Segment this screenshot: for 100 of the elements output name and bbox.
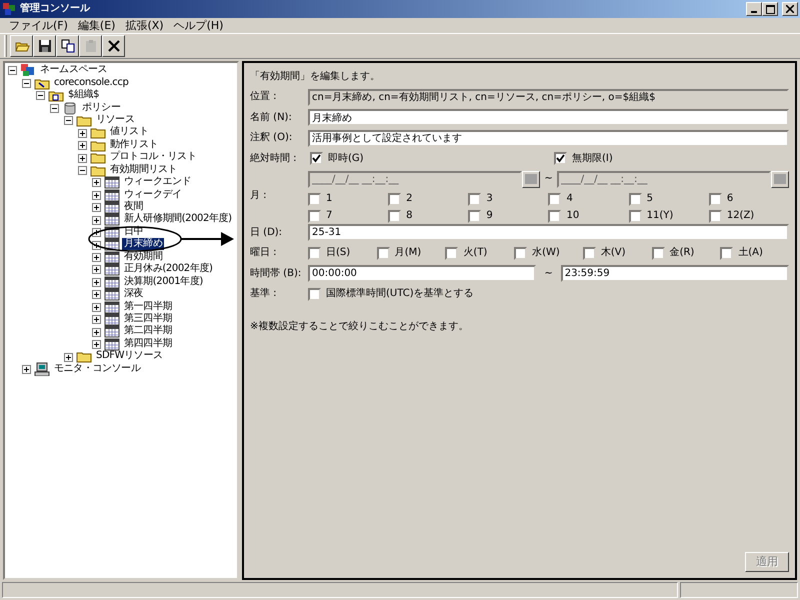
- checkbox-label[interactable]: 土(A): [738, 247, 763, 260]
- expander-icon[interactable]: [92, 202, 101, 212]
- menu-item[interactable]: ヘルプ(H): [168, 18, 228, 33]
- name-field[interactable]: 月末締め: [308, 109, 789, 126]
- checkbox-label[interactable]: 8: [406, 210, 413, 222]
- location-field[interactable]: cn=月末締め, cn=有効期間リスト, cn=リソース, cn=ポリシー, o=$組織$: [308, 88, 789, 106]
- day-field[interactable]: 25-31: [308, 224, 789, 242]
- tree-item[interactable]: ウィークデイ: [122, 188, 184, 201]
- menu-item[interactable]: 拡張(X): [120, 18, 169, 33]
- checkbox-label[interactable]: 即時(G): [328, 152, 364, 165]
- expander-icon[interactable]: [92, 302, 101, 312]
- tree-item[interactable]: 月末締め: [122, 238, 164, 250]
- toolbar-button[interactable]: [102, 35, 125, 57]
- checkbox-label[interactable]: 日(S): [326, 247, 350, 260]
- comment-field[interactable]: 活用事例として設定されています: [308, 130, 789, 147]
- tree-item[interactable]: 第四四半期: [122, 338, 174, 350]
- checkbox-label[interactable]: 4: [566, 193, 573, 205]
- checkbox-label[interactable]: 木(V): [600, 247, 626, 260]
- expander-icon[interactable]: [92, 252, 101, 262]
- checkbox-label[interactable]: 2: [406, 193, 413, 205]
- checkbox[interactable]: [628, 192, 642, 206]
- tree-item[interactable]: 値リスト: [108, 126, 150, 138]
- expander-icon[interactable]: [92, 339, 101, 348]
- checkbox[interactable]: [468, 192, 482, 206]
- time-field[interactable]: 23:59:59: [560, 265, 790, 282]
- checkbox[interactable]: [554, 152, 567, 166]
- expander-icon[interactable]: [8, 66, 17, 75]
- checkbox[interactable]: [388, 192, 402, 206]
- checkbox[interactable]: [308, 246, 321, 260]
- expander-icon[interactable]: [92, 264, 101, 274]
- checkbox[interactable]: [376, 246, 390, 260]
- expander-icon[interactable]: [92, 190, 101, 200]
- expander-icon[interactable]: [78, 165, 87, 174]
- expander-icon[interactable]: [22, 78, 31, 88]
- checkbox[interactable]: [582, 246, 596, 260]
- tree-item[interactable]: 決算期(2001年度): [122, 276, 205, 288]
- expander-icon[interactable]: [50, 103, 59, 112]
- checkbox[interactable]: [308, 288, 321, 301]
- tree-item[interactable]: 動作リスト: [108, 138, 160, 151]
- checkbox-label[interactable]: 5: [646, 193, 654, 205]
- checkbox-label[interactable]: 金(R): [670, 247, 694, 260]
- checkbox-label[interactable]: 10: [566, 210, 580, 222]
- expander-icon[interactable]: [22, 364, 31, 374]
- checkbox[interactable]: [548, 192, 562, 206]
- tree-item[interactable]: 第二四半期: [122, 325, 174, 338]
- expander-icon[interactable]: [92, 178, 101, 187]
- tree-item[interactable]: 第三四半期: [122, 312, 174, 325]
- checkbox-label[interactable]: 月(M): [394, 247, 422, 260]
- toolbar-button[interactable]: [10, 35, 33, 57]
- expander-icon[interactable]: [78, 140, 87, 150]
- checkbox-label[interactable]: 9: [486, 210, 493, 222]
- checkbox[interactable]: [628, 210, 642, 222]
- expander-icon[interactable]: [78, 152, 87, 162]
- toolbar-button[interactable]: [56, 35, 79, 57]
- checkbox-label[interactable]: 水(W): [532, 247, 560, 260]
- checkbox-label[interactable]: 7: [326, 210, 332, 222]
- checkbox-label[interactable]: 12(Z): [726, 210, 754, 222]
- tree-item[interactable]: SDFWリソース: [94, 350, 164, 362]
- tree-item[interactable]: リソース: [94, 114, 136, 126]
- menu-item[interactable]: 編集(E): [72, 18, 120, 33]
- tree-item[interactable]: モニタ・コンソール: [52, 362, 142, 375]
- checkbox[interactable]: [708, 210, 722, 222]
- checkbox[interactable]: [468, 210, 482, 222]
- close-button[interactable]: [782, 2, 798, 16]
- checkbox-label[interactable]: 火(T): [463, 247, 488, 260]
- minimize-button[interactable]: [746, 2, 762, 16]
- expander-icon[interactable]: [64, 352, 73, 361]
- time-field[interactable]: 00:00:00: [308, 265, 536, 282]
- checkbox[interactable]: [514, 246, 528, 260]
- maximize-button[interactable]: [762, 2, 778, 16]
- tree-item[interactable]: プロトコル・リスト: [108, 151, 198, 164]
- tree-item[interactable]: 有効期間リスト: [108, 164, 180, 176]
- checkbox[interactable]: [445, 246, 458, 260]
- tree-item[interactable]: coreconsole.ccp: [52, 76, 130, 89]
- checkbox-label[interactable]: 国際標準時間(UTC)を基準とする: [326, 288, 474, 300]
- tree-item[interactable]: $組織$: [66, 89, 102, 102]
- expander-icon[interactable]: [36, 90, 45, 100]
- expander-icon[interactable]: [92, 214, 101, 224]
- checkbox-label[interactable]: 11(Y): [646, 210, 674, 222]
- checkbox[interactable]: [548, 210, 562, 222]
- tree-item[interactable]: ネームスペース: [38, 64, 110, 76]
- checkbox[interactable]: [720, 246, 734, 260]
- expander-icon[interactable]: [92, 277, 101, 286]
- tree-item[interactable]: 有効期間: [122, 250, 164, 263]
- tree-item[interactable]: 第一四半期: [122, 300, 174, 313]
- checkbox-label[interactable]: 1: [326, 193, 332, 205]
- checkbox[interactable]: [310, 152, 323, 166]
- expander-icon[interactable]: [64, 115, 73, 124]
- expander-icon[interactable]: [92, 290, 101, 299]
- tree-item[interactable]: 深夜: [122, 288, 146, 300]
- checkbox[interactable]: [308, 192, 321, 206]
- checkbox[interactable]: [388, 210, 402, 222]
- menu-item[interactable]: ファイル(F): [4, 18, 73, 33]
- expander-icon[interactable]: [92, 326, 101, 336]
- expander-icon[interactable]: [78, 128, 87, 137]
- tree-item[interactable]: 新人研修期間(2002年度): [122, 213, 234, 226]
- tree-item[interactable]: ポリシー: [80, 102, 122, 114]
- tree-item[interactable]: 正月休み(2002年度): [122, 263, 214, 276]
- toolbar-button[interactable]: [33, 35, 56, 57]
- checkbox[interactable]: [308, 210, 321, 222]
